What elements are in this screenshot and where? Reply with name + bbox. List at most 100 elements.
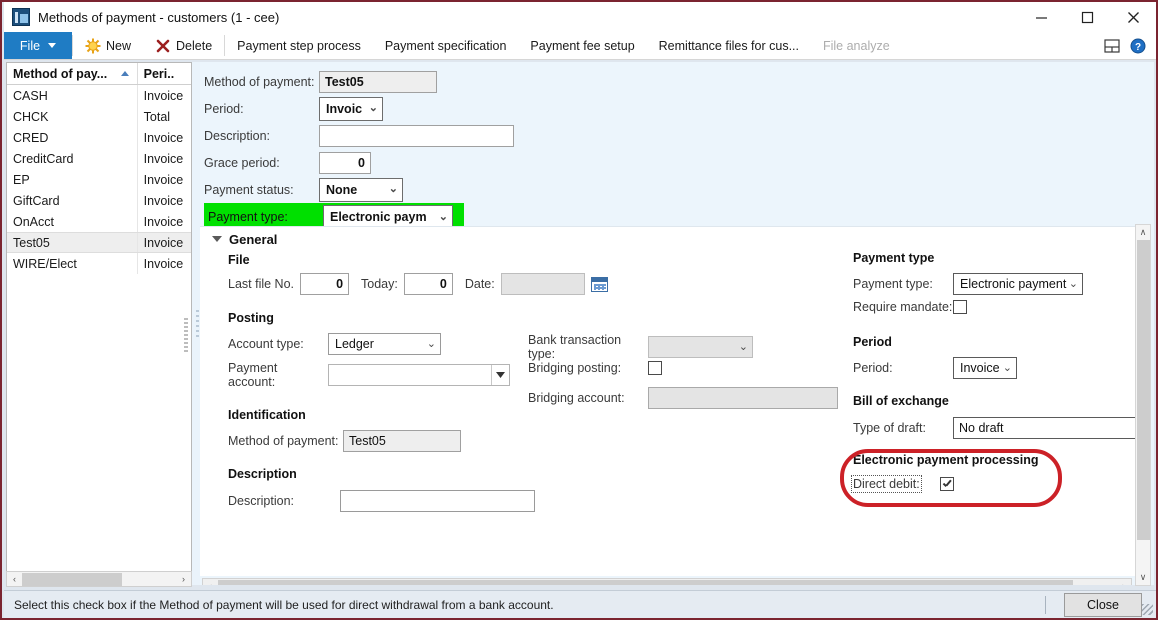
account-type-row: Account type: Ledger ⌄: [228, 333, 441, 355]
close-button[interactable]: Close: [1064, 592, 1142, 617]
cell-method: GiftCard: [7, 190, 138, 211]
chevron-down-icon: ⌄: [1002, 361, 1012, 374]
status-message: Select this check box if the Method of p…: [14, 597, 554, 612]
description-input[interactable]: [319, 124, 514, 147]
bridging-posting-checkbox[interactable]: [648, 361, 662, 375]
general-section-title: General: [229, 231, 278, 247]
file-menu-label: File: [19, 38, 41, 53]
period-value: Invoic: [326, 101, 363, 116]
bridging-account-input[interactable]: [648, 387, 838, 409]
maximize-button[interactable]: [1064, 2, 1110, 32]
period-group-value: Invoice: [960, 361, 1000, 375]
detail-vscroll-thumb[interactable]: [1136, 240, 1150, 540]
account-type-value: Ledger: [335, 337, 374, 351]
column-header-period[interactable]: Peri..: [138, 63, 191, 84]
table-row[interactable]: EP Invoice: [7, 169, 191, 190]
application-window: Methods of payment - customers (1 - cee)…: [0, 0, 1158, 620]
scroll-left-arrow-icon[interactable]: ‹: [203, 579, 218, 586]
column-header-method[interactable]: Method of pay...: [7, 63, 138, 84]
period-combobox[interactable]: Invoic ⌄: [319, 96, 383, 121]
resize-grip-icon[interactable]: [1142, 604, 1153, 615]
payment-account-input[interactable]: [328, 364, 510, 386]
file-menu-button[interactable]: File: [4, 32, 72, 59]
scroll-left-arrow-icon[interactable]: ‹: [7, 572, 22, 586]
method-of-payment-input[interactable]: Test05: [319, 70, 437, 93]
detail-vertical-scrollbar[interactable]: ∧ ∨: [1135, 224, 1151, 586]
table-row[interactable]: GiftCard Invoice: [7, 190, 191, 211]
help-question-icon[interactable]: ?: [1130, 38, 1146, 54]
type-of-draft-label: Type of draft:: [853, 421, 926, 435]
payment-status-combobox[interactable]: None ⌄: [319, 177, 403, 202]
methods-list-grid[interactable]: Method of pay... Peri.. CASH Invoice CHCK T…: [6, 62, 192, 585]
grid-horizontal-scrollbar[interactable]: ‹ ›: [6, 571, 192, 587]
detail-horizontal-scrollbar[interactable]: ‹ ›: [202, 578, 1132, 585]
cell-period: Invoice: [143, 88, 184, 103]
window-title: Methods of payment - customers (1 - cee): [38, 9, 280, 25]
description-field-input[interactable]: [340, 490, 535, 512]
type-of-draft-input[interactable]: No draft: [953, 417, 1140, 439]
detail-pane: Method of payment: Test05 Period: Invoic…: [200, 62, 1154, 585]
chevron-down-icon: ⌄: [368, 102, 378, 114]
identification-method-input[interactable]: Test05: [343, 430, 461, 452]
last-file-no-label: Last file No.: [228, 277, 295, 291]
scroll-right-arrow-icon[interactable]: ›: [176, 572, 191, 586]
cell-period: Invoice: [143, 151, 184, 166]
payment-type-value: Electronic paym: [330, 210, 427, 224]
today-input[interactable]: 0: [403, 273, 453, 295]
table-row[interactable]: CHCK Total: [7, 106, 191, 127]
calendar-icon[interactable]: [590, 276, 608, 292]
cell-method: CreditCard: [7, 148, 138, 169]
table-row[interactable]: WIRE/Elect Invoice: [7, 253, 191, 274]
identification-method-label: Method of payment:: [228, 434, 339, 448]
direct-debit-checkbox[interactable]: [939, 477, 954, 491]
close-window-button[interactable]: [1110, 2, 1156, 32]
cell-period: Invoice: [143, 256, 184, 271]
layout-pane-icon[interactable]: [1104, 38, 1120, 54]
payment-specification-button[interactable]: Payment specification: [373, 32, 519, 59]
last-file-no-input[interactable]: 0: [300, 273, 350, 295]
payment-account-row: Payment account:: [228, 361, 510, 389]
payment-step-process-button[interactable]: Payment step process: [225, 32, 373, 59]
table-row[interactable]: CreditCard Invoice: [7, 148, 191, 169]
bank-transaction-type-row: Bank transaction type: ⌄: [528, 333, 753, 361]
bridging-account-label: Bridging account:: [528, 391, 625, 405]
account-type-combobox[interactable]: Ledger ⌄: [328, 333, 441, 355]
scroll-down-arrow-icon[interactable]: ∨: [1136, 570, 1150, 585]
payment-type-group-combobox[interactable]: Electronic payment ⌄: [953, 273, 1083, 295]
scroll-up-arrow-icon[interactable]: ∧: [1136, 225, 1150, 240]
detail-hscroll-thumb[interactable]: [218, 579, 1073, 585]
method-of-payment-label: Method of payment:: [204, 74, 315, 89]
table-row[interactable]: CRED Invoice: [7, 127, 191, 148]
general-section-header[interactable]: General: [200, 227, 1140, 251]
date-label: Date:: [464, 277, 495, 291]
period-group-label: Period:: [853, 361, 893, 375]
table-row[interactable]: CASH Invoice: [7, 85, 191, 106]
field-description: Description:: [204, 122, 1154, 149]
description-row: Description:: [228, 490, 535, 512]
identification-subheading: Identification: [228, 408, 306, 422]
chevron-down-icon: [212, 236, 222, 242]
scroll-right-arrow-icon[interactable]: ›: [1116, 579, 1131, 586]
description-subheading: Description: [228, 467, 297, 481]
table-row[interactable]: Test05 Invoice: [7, 232, 191, 253]
table-row[interactable]: OnAcct Invoice: [7, 211, 191, 232]
chevron-down-icon: ⌄: [438, 210, 448, 223]
require-mandate-checkbox[interactable]: [953, 300, 967, 314]
field-method-of-payment: Method of payment: Test05: [204, 68, 1154, 95]
payment-fee-setup-button[interactable]: Payment fee setup: [518, 32, 646, 59]
chevron-down-icon: ⌄: [426, 337, 436, 350]
cell-period: Total: [143, 109, 171, 124]
grid-hscroll-thumb[interactable]: [22, 572, 122, 586]
new-button[interactable]: New: [73, 32, 143, 59]
account-type-label: Account type:: [228, 337, 304, 351]
lookup-dropdown-icon[interactable]: [491, 365, 509, 385]
cell-period: Invoice: [143, 193, 184, 208]
minimize-button[interactable]: [1018, 2, 1064, 32]
remittance-files-button[interactable]: Remittance files for cus...: [647, 32, 811, 59]
grace-period-input[interactable]: 0: [319, 151, 371, 174]
posting-subheading: Posting: [228, 311, 274, 325]
date-input[interactable]: [500, 273, 585, 295]
delete-button[interactable]: Delete: [143, 32, 224, 59]
period-group-combobox[interactable]: Invoice ⌄: [953, 357, 1017, 379]
bridging-account-row: Bridging account:: [528, 387, 838, 409]
